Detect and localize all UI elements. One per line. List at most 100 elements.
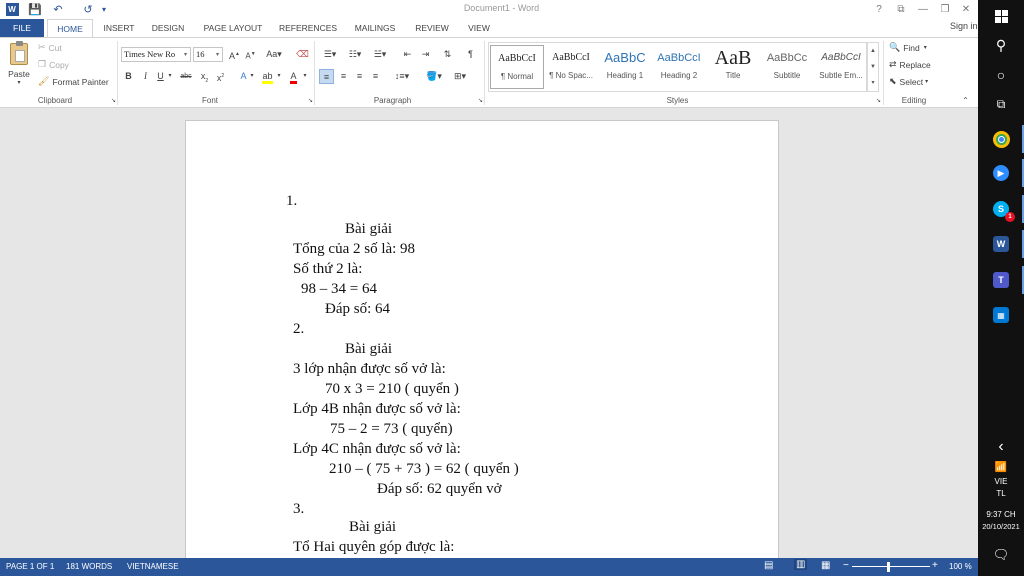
line-spacing-icon[interactable]: ↕≡▾ bbox=[391, 69, 413, 84]
format-painter-button[interactable]: 🖌 Format Painter bbox=[38, 76, 109, 87]
teams-icon[interactable]: T bbox=[989, 268, 1013, 292]
tab-review[interactable]: REVIEW bbox=[410, 19, 454, 38]
bold-icon[interactable]: B bbox=[121, 69, 136, 84]
clock-time[interactable]: 9:37 CH bbox=[978, 510, 1024, 519]
print-layout-icon[interactable]: ▥ bbox=[794, 559, 808, 570]
zoom-slider-handle[interactable] bbox=[887, 562, 890, 572]
tab-design[interactable]: DESIGN bbox=[145, 19, 191, 38]
select-button[interactable]: ⬉ Select ▾ bbox=[889, 76, 928, 87]
read-mode-icon[interactable]: ▤ bbox=[764, 560, 773, 571]
chevron-down-icon[interactable]: ▾ bbox=[301, 69, 309, 84]
word-app-icon[interactable]: W bbox=[989, 232, 1013, 256]
chevron-down-icon[interactable]: ▾ bbox=[166, 69, 174, 84]
font-group-label: Font bbox=[201, 96, 218, 105]
chevron-down-icon[interactable]: ▾ bbox=[248, 69, 256, 84]
copy-button[interactable]: ❐ Copy bbox=[38, 59, 69, 70]
skype-icon[interactable]: S 1 bbox=[989, 197, 1015, 222]
highlight-color-icon[interactable]: ab bbox=[260, 69, 275, 84]
cortana-icon[interactable]: ○ bbox=[989, 63, 1013, 87]
italic-icon[interactable]: I bbox=[138, 69, 153, 84]
style-subtle-emphasis[interactable]: AaBbCcI Subtle Em... bbox=[814, 45, 868, 89]
sort-icon[interactable]: ⇅ bbox=[440, 47, 455, 62]
paragraph-launcher-icon[interactable]: ↘ bbox=[473, 94, 488, 109]
style-title[interactable]: AaB Title bbox=[706, 45, 760, 89]
windows-start-icon[interactable] bbox=[989, 4, 1013, 28]
style-normal[interactable]: AaBbCcI ¶ Normal bbox=[490, 45, 544, 89]
calculator-icon[interactable]: ▦ bbox=[989, 303, 1013, 327]
ribbon-display-options-button[interactable]: ⧉ bbox=[891, 2, 911, 17]
style-heading-1[interactable]: AaBbC Heading 1 bbox=[598, 45, 652, 89]
word-count[interactable]: 181 WORDS bbox=[66, 562, 112, 571]
style-heading-2[interactable]: AaBbCcI Heading 2 bbox=[652, 45, 706, 89]
styles-gallery-scroll[interactable]: ▲ ▼ ▾ bbox=[867, 42, 879, 92]
chrome-icon[interactable] bbox=[989, 127, 1013, 151]
zoom-app-icon[interactable]: ▶ bbox=[989, 161, 1013, 185]
action-center-icon[interactable]: 🗨 bbox=[989, 543, 1013, 567]
font-name-combo[interactable]: Times New Ro ▾ bbox=[121, 47, 191, 62]
styles-gallery: AaBbCcI ¶ Normal AaBbCcI ¶ No Spac... Aa… bbox=[488, 42, 867, 92]
gallery-more-icon[interactable]: ▾ bbox=[868, 75, 878, 91]
decrease-indent-icon[interactable]: ⇤ bbox=[400, 47, 415, 62]
style-subtitle[interactable]: AaBbCc Subtitle bbox=[760, 45, 814, 89]
numbering-icon[interactable]: ☷▾ bbox=[344, 47, 366, 62]
tab-home[interactable]: HOME bbox=[47, 19, 93, 38]
cut-button[interactable]: ✂ Cut bbox=[38, 42, 62, 53]
scroll-down-icon[interactable]: ▼ bbox=[868, 59, 878, 75]
font-color-icon[interactable]: A bbox=[286, 69, 301, 84]
help-button[interactable]: ? bbox=[869, 2, 889, 17]
search-icon[interactable]: ⚲ bbox=[989, 33, 1013, 57]
zoom-in-button[interactable]: + bbox=[932, 560, 938, 571]
clipboard-launcher-icon[interactable]: ↘ bbox=[106, 94, 121, 109]
multilevel-list-icon[interactable]: ☱▾ bbox=[369, 47, 391, 62]
title-bar: W 💾 ↶ ↺ ▾ Document1 - Word ? ⧉ — ❐ ✕ bbox=[0, 0, 978, 19]
language-indicator[interactable]: VIETNAMESE bbox=[127, 562, 179, 571]
doc-line: Tổng của 2 số là: 98 bbox=[293, 241, 416, 257]
chevron-down-icon[interactable]: ▾ bbox=[275, 69, 283, 84]
zoom-level[interactable]: 100 % bbox=[949, 562, 972, 571]
input-language-line-1[interactable]: VIE bbox=[978, 477, 1024, 486]
font-size-combo[interactable]: 16 ▾ bbox=[193, 47, 223, 62]
document-page[interactable]: 1. Bài giải Tổng của 2 số là: 98 Số thứ … bbox=[185, 120, 779, 558]
zoom-slider[interactable] bbox=[852, 566, 930, 567]
tab-file[interactable]: FILE bbox=[0, 19, 44, 38]
tab-view[interactable]: VIEW bbox=[460, 19, 498, 38]
collapse-ribbon-icon[interactable]: ⌃ bbox=[958, 93, 973, 108]
web-layout-icon[interactable]: ▦ bbox=[821, 560, 830, 571]
borders-icon[interactable]: ⊞▾ bbox=[449, 69, 471, 84]
find-button[interactable]: 🔍 Find ▾ bbox=[889, 42, 927, 53]
clock-date[interactable]: 20/10/2021 bbox=[978, 522, 1024, 531]
shading-icon[interactable]: 🪣▾ bbox=[423, 69, 445, 84]
tab-insert[interactable]: INSERT bbox=[97, 19, 141, 38]
input-language-line-2[interactable]: TL bbox=[978, 489, 1024, 498]
page-count[interactable]: PAGE 1 OF 1 bbox=[6, 562, 54, 571]
scroll-up-icon[interactable]: ▲ bbox=[868, 43, 878, 59]
align-left-icon[interactable]: ≡ bbox=[319, 69, 334, 84]
superscript-icon[interactable]: x2 bbox=[213, 69, 228, 84]
align-right-icon[interactable]: ≡ bbox=[352, 69, 367, 84]
zoom-out-button[interactable]: − bbox=[843, 560, 849, 571]
change-case-icon[interactable]: Aa▾ bbox=[263, 47, 285, 62]
restore-button[interactable]: ❐ bbox=[935, 2, 955, 17]
network-icon[interactable]: 📶 bbox=[989, 455, 1013, 479]
show-formatting-marks-icon[interactable]: ¶ bbox=[463, 47, 478, 62]
align-center-icon[interactable]: ≡ bbox=[336, 69, 351, 84]
replace-button[interactable]: ⇄ Replace bbox=[889, 59, 931, 70]
task-view-icon[interactable]: ⧉ bbox=[989, 92, 1013, 116]
bullets-icon[interactable]: ☰▾ bbox=[319, 47, 341, 62]
paste-button[interactable]: Paste ▾ bbox=[5, 41, 33, 93]
justify-icon[interactable]: ≡ bbox=[368, 69, 383, 84]
sign-in-link[interactable]: Sign in bbox=[950, 21, 978, 31]
subscript-icon[interactable]: x2 bbox=[197, 69, 212, 84]
tab-references[interactable]: REFERENCES bbox=[275, 19, 341, 38]
close-button[interactable]: ✕ bbox=[956, 2, 976, 17]
tab-mailings[interactable]: MAILINGS bbox=[347, 19, 403, 38]
tab-page-layout[interactable]: PAGE LAYOUT bbox=[198, 19, 268, 38]
clear-formatting-icon[interactable]: ⌫ bbox=[295, 47, 310, 62]
shrink-font-icon[interactable]: A▼ bbox=[243, 47, 258, 62]
minimize-button[interactable]: — bbox=[913, 2, 933, 17]
font-launcher-icon[interactable]: ↘ bbox=[303, 94, 318, 109]
increase-indent-icon[interactable]: ⇥ bbox=[418, 47, 433, 62]
grow-font-icon[interactable]: A▲ bbox=[227, 47, 242, 62]
style-no-spacing[interactable]: AaBbCcI ¶ No Spac... bbox=[544, 45, 598, 89]
strikethrough-icon[interactable]: abc bbox=[177, 69, 195, 84]
